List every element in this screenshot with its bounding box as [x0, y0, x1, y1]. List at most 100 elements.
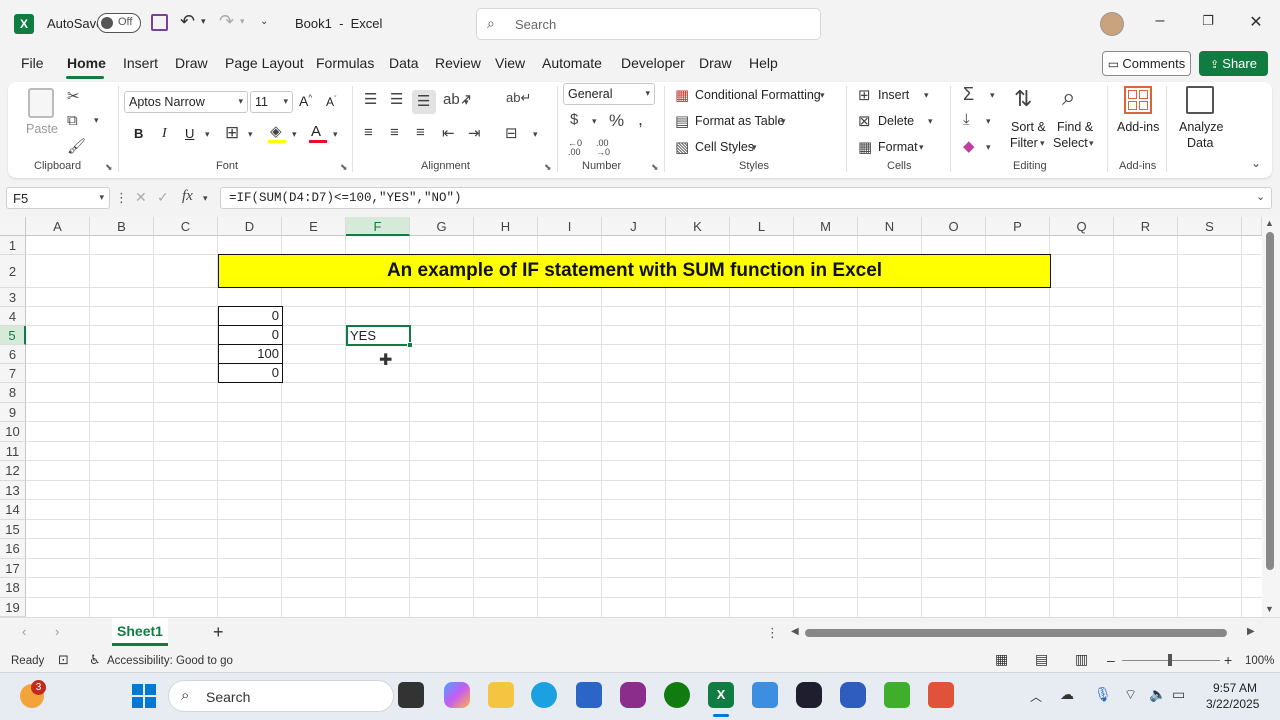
analyze-data-label-1[interactable]: Analyze [1179, 120, 1223, 134]
accessibility-status[interactable]: Accessibility: Good to go [107, 655, 233, 667]
currency-dropdown-icon[interactable]: ▾ [592, 116, 597, 127]
decrease-font-icon[interactable]: Aˇ [326, 95, 336, 109]
tab-page-layout[interactable]: Page Layout [225, 55, 304, 71]
excel-taskbar-icon[interactable]: X [708, 682, 734, 708]
fill-color-dropdown-icon[interactable]: ▾ [292, 129, 297, 140]
insert-function-icon[interactable]: fx [182, 188, 193, 205]
conditional-formatting-button[interactable]: Conditional Formatting [695, 88, 821, 102]
addins-icon[interactable] [1124, 86, 1152, 114]
customize-qat-icon[interactable]: ⌄ [260, 16, 268, 27]
orientation-dropdown-icon[interactable]: ▾ [464, 97, 469, 108]
column-header[interactable]: N [858, 217, 922, 236]
comments-button[interactable]: ▭ Comments [1102, 51, 1191, 76]
analyze-data-icon[interactable] [1186, 86, 1214, 114]
confirm-entry-icon[interactable]: ✓ [157, 189, 169, 206]
row-header[interactable]: 1 [0, 236, 26, 255]
prev-sheet-icon[interactable]: ‹ [22, 624, 26, 639]
row-header[interactable]: 9 [0, 403, 26, 422]
fx-dropdown-icon[interactable]: ▾ [203, 193, 208, 204]
select-all-corner[interactable] [0, 217, 26, 236]
row-header[interactable]: 13 [0, 481, 26, 500]
italic-button[interactable]: I [162, 126, 167, 142]
column-header[interactable]: E [282, 217, 346, 236]
horizontal-scroll-thumb[interactable] [805, 629, 1227, 637]
column-header[interactable]: C [154, 217, 218, 236]
clear-icon[interactable]: ◆ [963, 137, 975, 155]
taskbar-search[interactable]: ⌕ Search [168, 680, 394, 712]
font-name-select[interactable]: Aptos Narrow ▾ [124, 91, 248, 113]
font-launcher-icon[interactable]: ⬊ [340, 162, 348, 173]
delete-cells-button[interactable]: Delete [878, 114, 914, 128]
store-icon[interactable] [576, 682, 602, 708]
tab-home[interactable]: Home [67, 55, 106, 71]
currency-icon[interactable]: $ [570, 111, 578, 128]
alignment-launcher-icon[interactable]: ⬊ [544, 162, 552, 173]
cell-d5[interactable]: 0 [218, 325, 283, 345]
wifi-icon[interactable]: ⌔ [1124, 686, 1137, 704]
save-icon[interactable] [151, 14, 168, 31]
row-header[interactable]: 2 [0, 255, 26, 288]
scroll-left-icon[interactable]: ◀ [791, 626, 799, 637]
microphone-icon[interactable]: 🎙 [1094, 686, 1112, 703]
fill-dropdown-icon[interactable]: ▾ [986, 116, 991, 127]
column-header[interactable]: O [922, 217, 986, 236]
row-header[interactable]: 6 [0, 345, 26, 364]
underline-dropdown-icon[interactable]: ▾ [205, 129, 210, 140]
column-header[interactable]: A [26, 217, 90, 236]
add-sheet-button[interactable]: + [213, 622, 224, 643]
row-header[interactable]: 10 [0, 422, 26, 442]
clear-dropdown-icon[interactable]: ▾ [986, 142, 991, 153]
share-button[interactable]: ⇪ Share [1199, 51, 1268, 76]
row-header[interactable]: 12 [0, 461, 26, 481]
borders-dropdown-icon[interactable]: ▾ [248, 129, 253, 140]
column-header[interactable]: B [90, 217, 154, 236]
tab-draw-2[interactable]: Draw [699, 55, 732, 71]
format-cells-button[interactable]: Format [878, 140, 918, 154]
column-header[interactable]: D [218, 217, 282, 236]
search-box[interactable]: ⌕ Search [476, 8, 821, 40]
tab-automate[interactable]: Automate [542, 55, 602, 71]
row-header[interactable]: 8 [0, 383, 26, 403]
align-top-icon[interactable]: ☰ [364, 90, 377, 108]
merge-dropdown-icon[interactable]: ▾ [533, 129, 538, 140]
restore-icon[interactable]: ❐ [1198, 13, 1218, 29]
increase-font-icon[interactable]: A^ [299, 93, 312, 109]
minimize-icon[interactable]: – [1150, 12, 1170, 30]
wrap-text-icon[interactable]: ab↵ [506, 90, 531, 106]
format-cells-icon[interactable]: ▦ [858, 138, 872, 156]
paste-label[interactable]: Paste [26, 122, 58, 136]
copy-dropdown-icon[interactable]: ▾ [94, 115, 99, 126]
column-header[interactable]: H [474, 217, 538, 236]
bold-button[interactable]: B [134, 126, 143, 141]
tab-developer[interactable]: Developer [621, 55, 685, 71]
copilot-icon[interactable] [444, 682, 470, 708]
tab-draw[interactable]: Draw [175, 55, 208, 71]
sort-filter-label-1[interactable]: Sort & [1011, 120, 1046, 134]
page-break-view-icon[interactable]: ▥ [1075, 651, 1088, 668]
tab-view[interactable]: View [495, 55, 525, 71]
fill-color-icon[interactable]: ◈ [270, 122, 282, 140]
find-select-label-2[interactable]: Select [1053, 136, 1088, 150]
column-header[interactable]: R [1114, 217, 1178, 236]
close-icon[interactable]: ✕ [1246, 12, 1266, 32]
row-header[interactable]: 16 [0, 539, 26, 559]
row-header-active[interactable]: 5 [0, 326, 26, 345]
row-header[interactable]: 3 [0, 288, 26, 307]
tab-file[interactable]: File [21, 55, 44, 71]
comma-style-icon[interactable]: , [638, 109, 643, 130]
row-header[interactable]: 17 [0, 559, 26, 578]
column-header[interactable]: I [538, 217, 602, 236]
clock-date[interactable]: 3/22/2025 [1206, 697, 1259, 711]
undo-icon[interactable]: ↶ [180, 11, 195, 32]
cell-d7[interactable]: 0 [218, 363, 283, 383]
row-header[interactable]: 18 [0, 578, 26, 598]
cell-styles-button[interactable]: Cell Styles [695, 140, 754, 154]
column-header-active[interactable]: F [346, 217, 410, 236]
copy-icon[interactable]: ⧉ [67, 112, 78, 129]
zoom-slider-thumb[interactable] [1168, 654, 1172, 666]
paste-icon[interactable] [28, 88, 54, 118]
accessibility-icon[interactable]: ♿ [89, 652, 101, 668]
format-as-table-button[interactable]: Format as Table [695, 114, 784, 128]
font-color-icon[interactable]: A [311, 123, 321, 140]
decrease-indent-icon[interactable]: ⇤ [442, 124, 455, 142]
